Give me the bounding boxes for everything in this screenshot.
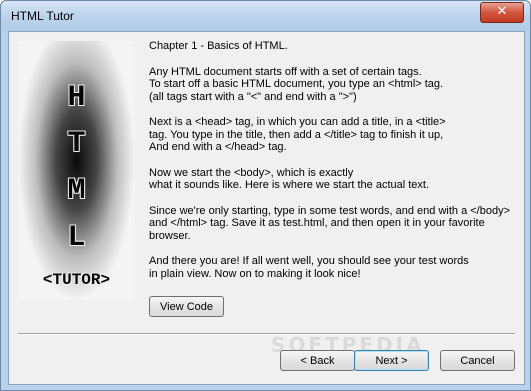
back-button[interactable]: < Back <box>280 350 355 371</box>
cancel-button[interactable]: Cancel <box>440 350 515 371</box>
wizard-body: H T M L <TUTOR> Chapter 1 - Basics of HT… <box>8 31 525 385</box>
lesson-paragraph: Next is a <head> tag, in which you can a… <box>149 116 446 153</box>
lesson-paragraph: Since we're only starting, type in some … <box>149 204 511 242</box>
chapter-heading: Chapter 1 - Basics of HTML. <box>149 40 288 52</box>
view-code-button[interactable]: View Code <box>149 296 224 317</box>
logo-letter-l: L <box>67 221 86 255</box>
logo-letter-h: H <box>67 81 86 115</box>
close-icon: ✕ <box>496 4 508 19</box>
tutor-window: HTML Tutor ✕ H T M L <TUTOR> Chapter 1 -… <box>0 0 531 391</box>
separator <box>18 333 515 335</box>
title-bar[interactable]: HTML Tutor ✕ <box>1 1 530 31</box>
logo-tutor-text: <TUTOR> <box>42 271 111 289</box>
html-tutor-logo: H T M L <TUTOR> <box>18 41 135 300</box>
window-title: HTML Tutor <box>11 9 74 23</box>
close-button[interactable]: ✕ <box>480 2 524 23</box>
logo-letter-m: M <box>67 174 86 208</box>
lesson-paragraph: And there you are! If all went well, you… <box>149 255 469 280</box>
lesson-text: Chapter 1 - Basics of HTML. Any HTML doc… <box>149 40 519 293</box>
logo-letter-t: T <box>67 127 86 161</box>
lesson-paragraph: Any HTML document starts off with a set … <box>149 65 444 103</box>
next-button[interactable]: Next > <box>354 350 429 371</box>
lesson-paragraph: Now we start the <body>, which is exactl… <box>149 166 430 192</box>
